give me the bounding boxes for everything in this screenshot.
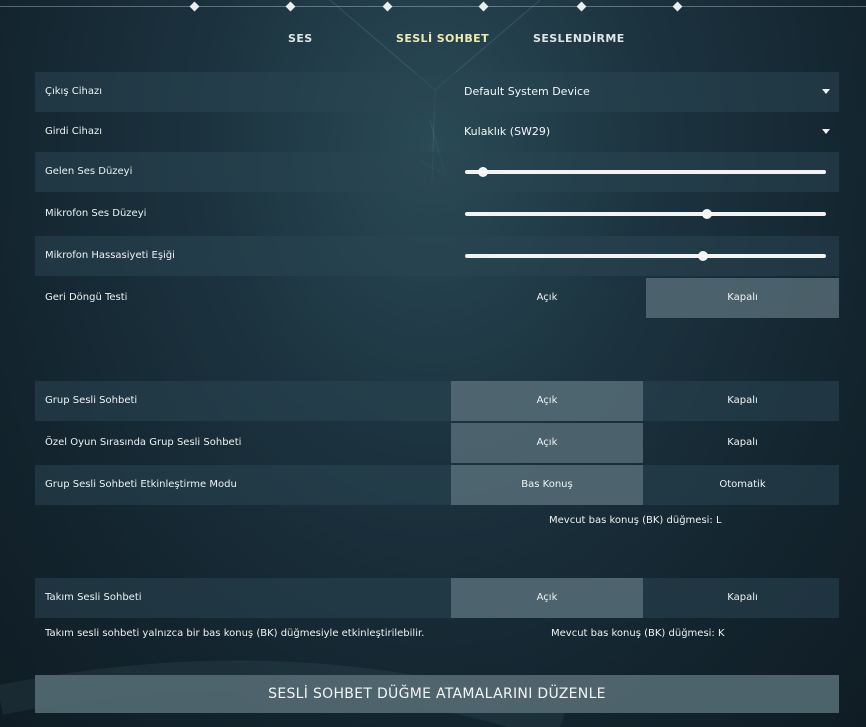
mic-volume-slider-thumb[interactable] xyxy=(701,209,712,219)
incoming-volume-slider-thumb[interactable] xyxy=(478,167,489,177)
input-device-dropdown[interactable]: Kulaklık (SW29) xyxy=(451,112,839,152)
output-device-dropdown[interactable]: Default System Device xyxy=(451,72,839,112)
nav-marker-icon xyxy=(189,1,200,12)
team-voice-note: Takım sesli sohbeti yalnızca bir bas kon… xyxy=(45,628,425,639)
mic-sensitivity-row: Mikrofon Hassasiyeti Eşiği xyxy=(35,236,839,276)
nav-marker-icon xyxy=(576,1,587,12)
group-activation-mode-row: Grup Sesli Sohbeti Etkinleştirme Modu Ba… xyxy=(35,465,839,505)
input-device-value: Kulaklık (SW29) xyxy=(464,125,551,138)
nav-marker-icon xyxy=(285,1,296,12)
tab-sesli-sohbet[interactable]: SESLİ SOHBET xyxy=(396,32,489,45)
output-device-label: Çıkış Cihazı xyxy=(45,86,102,97)
edit-voice-keybinds-button[interactable]: SESLİ SOHBET DÜĞME ATAMALARINI DÜZENLE xyxy=(35,675,839,713)
mic-sensitivity-slider-thumb[interactable] xyxy=(698,251,709,261)
loopback-test-on-button[interactable]: Açık xyxy=(451,278,643,318)
mic-sensitivity-control xyxy=(451,236,839,276)
group-voice-toggle: Açık Kapalı xyxy=(451,381,839,421)
output-device-control: Default System Device xyxy=(451,72,839,112)
mic-volume-slider[interactable] xyxy=(465,209,826,219)
loopback-test-toggle: Açık Kapalı xyxy=(451,278,839,318)
output-device-row: Çıkış Cihazı Default System Device xyxy=(35,72,839,112)
input-device-control: Kulaklık (SW29) xyxy=(451,112,839,152)
group-ptt-key-note: Mevcut bas konuş (BK) düğmesi: L xyxy=(549,515,722,526)
group-voice-label: Grup Sesli Sohbeti xyxy=(45,395,138,406)
incoming-volume-label: Gelen Ses Düzeyi xyxy=(45,166,133,177)
group-activation-mode-toggle: Bas Konuş Otomatik xyxy=(451,465,839,505)
team-ptt-key-note: Mevcut bas konuş (BK) düğmesi: K xyxy=(551,628,725,639)
loopback-test-row: Geri Döngü Testi Açık Kapalı xyxy=(35,278,839,318)
input-device-row: Girdi Cihazı Kulaklık (SW29) xyxy=(35,112,839,152)
automatic-button[interactable]: Otomatik xyxy=(646,465,839,505)
team-voice-toggle: Açık Kapalı xyxy=(451,578,839,618)
custom-group-voice-label: Özel Oyun Sırasında Grup Sesli Sohbeti xyxy=(45,437,242,448)
custom-group-voice-toggle: Açık Kapalı xyxy=(451,423,839,463)
incoming-volume-slider[interactable] xyxy=(465,167,826,177)
mic-volume-control xyxy=(451,194,839,234)
chevron-down-icon xyxy=(822,129,830,134)
nav-divider-line xyxy=(0,6,866,7)
team-voice-off-button[interactable]: Kapalı xyxy=(646,578,839,618)
push-to-talk-button[interactable]: Bas Konuş xyxy=(451,465,643,505)
chevron-down-icon xyxy=(822,89,830,94)
team-voice-label: Takım Sesli Sohbeti xyxy=(45,592,142,603)
mic-volume-row: Mikrofon Ses Düzeyi xyxy=(35,194,839,234)
group-voice-off-button[interactable]: Kapalı xyxy=(646,381,839,421)
tab-ses[interactable]: SES xyxy=(288,32,313,45)
nav-marker-icon xyxy=(478,1,489,12)
custom-group-voice-off-button[interactable]: Kapalı xyxy=(646,423,839,463)
group-voice-on-button[interactable]: Açık xyxy=(451,381,643,421)
custom-group-voice-row: Özel Oyun Sırasında Grup Sesli Sohbeti A… xyxy=(35,423,839,463)
incoming-volume-row: Gelen Ses Düzeyi xyxy=(35,152,839,192)
custom-group-voice-on-button[interactable]: Açık xyxy=(451,423,643,463)
incoming-volume-control xyxy=(451,152,839,192)
mic-sensitivity-slider[interactable] xyxy=(465,251,826,261)
team-voice-row: Takım Sesli Sohbeti Açık Kapalı xyxy=(35,578,839,618)
loopback-test-label: Geri Döngü Testi xyxy=(45,292,128,303)
output-device-value: Default System Device xyxy=(464,85,590,98)
loopback-test-off-button[interactable]: Kapalı xyxy=(646,278,839,318)
mic-sensitivity-label: Mikrofon Hassasiyeti Eşiği xyxy=(45,250,175,261)
nav-marker-icon xyxy=(382,1,393,12)
group-voice-row: Grup Sesli Sohbeti Açık Kapalı xyxy=(35,381,839,421)
group-activation-mode-label: Grup Sesli Sohbeti Etkinleştirme Modu xyxy=(45,479,237,490)
team-voice-on-button[interactable]: Açık xyxy=(451,578,643,618)
tab-seslendirme[interactable]: SESLENDİRME xyxy=(533,32,625,45)
mic-volume-label: Mikrofon Ses Düzeyi xyxy=(45,208,147,219)
input-device-label: Girdi Cihazı xyxy=(45,126,103,137)
nav-marker-icon xyxy=(672,1,683,12)
